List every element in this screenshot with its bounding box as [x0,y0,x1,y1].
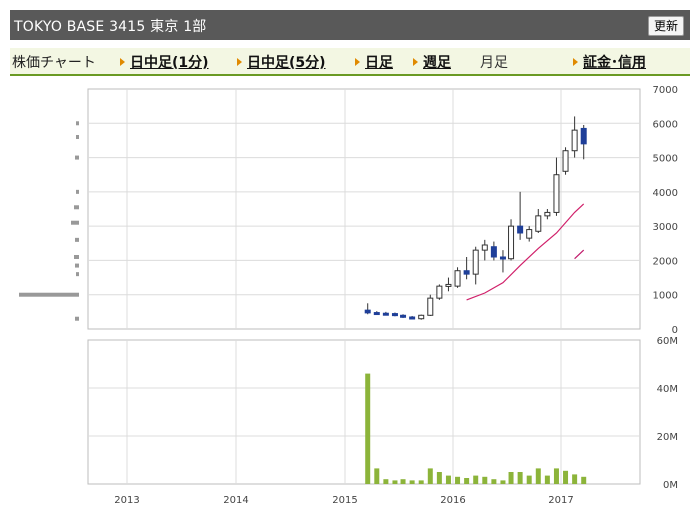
candle-body [463,270,470,275]
volume-bar [500,480,506,484]
candle-body [544,211,551,217]
price-volume-profile-bar [19,292,79,297]
price-tick-label: 7000 [653,85,678,96]
volume-bar [455,476,461,484]
price-volume-profile-bar [76,135,79,139]
price-volume-profile-bar [74,205,79,210]
candle-body [535,215,542,232]
year-tick-label: 2013 [114,495,139,506]
volume-tick-label: 60M [657,336,678,347]
year-tick-label: 2015 [332,495,357,506]
candle-body [436,285,443,299]
volume-bar [526,475,532,484]
price-tick-label: 6000 [653,119,678,130]
price-volume-profile-bar [75,155,79,160]
candle-body [526,229,533,239]
volume-tick-label: 40M [657,384,678,395]
year-tick-label: 2014 [223,495,248,506]
candle-body [472,249,479,275]
volume-bar [392,480,398,484]
price-volume-profile-bar [75,263,79,268]
candle-body [427,297,434,316]
candle-body [418,314,425,320]
candle-body [499,256,506,260]
year-tick-label: 2017 [548,495,573,506]
candle-body [562,150,569,172]
candle-body [517,225,524,234]
volume-bar [418,480,424,484]
volume-bar [544,475,550,484]
price-volume-profile-bar [75,316,79,321]
candle-body [553,174,560,213]
price-volume-profile-bar [76,272,79,277]
volume-bar [535,468,541,484]
volume-bar [563,470,569,484]
year-tick-label: 2016 [440,495,465,506]
price-volume-profile-bar [71,220,79,225]
stock-chart: 7000 6000 5000 4000 3000 2000 1000 060M 40M 20M 0M… [19,85,678,506]
price-volume-profile-bar [76,189,79,194]
price-volume-profile-bar [76,121,79,126]
candle-body [409,316,416,320]
candle-body [508,225,515,260]
candle-body [454,270,461,287]
price-tick-label: 0 [672,325,678,336]
candle-body [382,312,389,316]
volume-bar [508,472,514,484]
volume-bar [572,474,578,484]
volume-bar [445,475,451,484]
candle-body [364,309,371,314]
volume-tick-label: 0M [663,480,678,491]
volume-bar [464,478,470,484]
volume-tick-label: 20M [657,432,678,443]
candle-body [481,244,488,251]
volume-bar [365,373,371,484]
volume-panel [87,339,641,485]
price-tick-label: 2000 [653,256,678,267]
price-tick-label: 3000 [653,222,678,233]
candle-body [445,283,452,287]
candle-body [490,246,497,258]
volume-bar [553,468,559,484]
price-tick-label: 5000 [653,154,678,165]
volume-bar [581,476,587,484]
price-volume-profile-bar [74,255,79,259]
candle-body [580,127,587,145]
volume-bar [374,468,380,484]
volume-bar [473,475,479,484]
volume-bar [427,468,433,484]
volume-bar [409,480,415,484]
volume-bar [383,479,389,484]
price-volume-profile-bar [75,237,79,242]
price-tick-label: 1000 [653,291,678,302]
price-tick-label: 4000 [653,188,678,199]
volume-bar [482,476,488,484]
candle-body [571,129,578,152]
volume-bar [400,479,406,484]
candle-body [373,312,380,316]
candle-body [391,313,398,317]
volume-bar [491,479,497,484]
volume-bar [517,472,523,484]
volume-bar [436,472,442,484]
candle-body [400,314,407,318]
